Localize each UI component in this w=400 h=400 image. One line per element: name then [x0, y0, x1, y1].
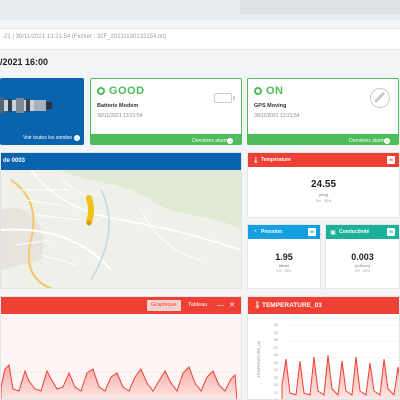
arrow-right-icon: → — [74, 135, 80, 141]
gps-date: 30/11/2021 13:21:54 — [254, 113, 300, 119]
gps-alarms-link[interactable]: Dernières alarmes → — [248, 134, 398, 144]
page-datetime: /2021 16:00 — [0, 57, 49, 67]
arrow-right-icon: → — [384, 138, 390, 144]
graph-plot — [1, 314, 241, 399]
map-card: de 0003 — [0, 152, 242, 289]
temperature-unit: (deg) — [318, 192, 329, 197]
battery-icon — [214, 93, 235, 103]
y-tick: 20 — [273, 397, 278, 400]
status-ok-icon — [97, 87, 105, 95]
conductivite-title: Conductivité — [339, 229, 370, 235]
battery-date: 30/11/2021 13:21:54 — [97, 113, 143, 119]
y-axis-label: TEMPERATURE_03 — [255, 341, 261, 378]
pression-value: 1.95 — [275, 252, 293, 262]
gps-label: GPS Moving — [254, 103, 287, 109]
see-all-sensors-link[interactable]: Voir toutes les sondes → — [23, 135, 80, 141]
pression-title: Pression — [261, 229, 283, 235]
map-view[interactable] — [1, 169, 241, 288]
menu-badge[interactable]: M — [387, 228, 395, 236]
pression-card: ◔ Pression M 1.95 (dbar) 5% - 95% — [247, 224, 321, 289]
y-tick: 24 — [273, 367, 278, 372]
thermometer-icon: 🌡 — [252, 157, 260, 164]
arrow-right-icon: → — [227, 138, 233, 144]
gps-status-card: ON GPS Moving 30/11/2021 13:21:54 Derniè… — [247, 78, 399, 145]
temperature-card: 🌡 Température M 24.55 (deg) 5% - 95% — [247, 152, 400, 218]
battery-status-card: GOOD Batterie Modem 30/11/2021 13:21:54 … — [90, 78, 242, 145]
y-tick: 28 — [273, 337, 278, 342]
map-title: de 0003 — [3, 158, 26, 164]
conductivite-unit: (mS/cm) — [354, 263, 371, 268]
y-tick: 25 — [273, 359, 278, 365]
battery-label: Batterie Modem — [97, 103, 139, 109]
temperature-header: 🌡 Température M — [248, 153, 399, 167]
map-tiles — [1, 169, 241, 288]
y-axis-ticks: 30 29 28 27 26 25 24 23 22 21 20 — [264, 321, 278, 400]
map-header: de 0003 — [1, 153, 241, 170]
pression-unit: (dbar) — [278, 263, 290, 268]
pression-range: 5% - 95% — [276, 269, 292, 273]
see-all-sensors-label: Voir toutes les sondes — [23, 135, 72, 141]
y-tick: 21 — [273, 389, 278, 395]
menu-badge[interactable]: M — [308, 228, 316, 236]
y-tick: 30 — [273, 322, 278, 327]
sensor-probe-image — [0, 98, 52, 113]
compass-icon — [370, 88, 390, 108]
y-tick: 23 — [273, 374, 278, 380]
conductivite-value: 0.003 — [351, 252, 374, 262]
top-strip-shade — [240, 0, 400, 14]
menu-badge[interactable]: M — [387, 156, 395, 164]
breadcrumb-bar: -21 | 30/11/2021 13:21:54 (Fichier : 32F… — [0, 28, 400, 50]
gps-status: ON — [266, 85, 284, 97]
temperature-range: 5% - 95% — [315, 199, 332, 203]
status-ok-icon — [254, 87, 262, 95]
gauge-icon: ◔ — [253, 229, 257, 235]
battery-status: GOOD — [109, 85, 145, 97]
breadcrumb: -21 | 30/11/2021 13:21:54 (Fichier : 32F… — [2, 34, 167, 40]
temperature-title: Température — [261, 157, 291, 163]
sensor-card: Voir toutes les sondes → — [0, 78, 84, 145]
temperature-chart-card: 🌡 TEMPERATURE_03 TEMPERATURE_03 30 29 28… — [247, 296, 400, 400]
y-tick: 26 — [273, 352, 278, 357]
battery-alarms-link[interactable]: Dernières alarmes → — [91, 134, 241, 144]
y-tick: 27 — [273, 344, 278, 350]
conductivity-icon: ▣ — [330, 229, 336, 236]
temperature-value: 24.55 — [310, 179, 337, 190]
top-strip — [0, 0, 400, 20]
conductivite-header: ▣ Conductivité M — [326, 225, 399, 239]
y-tick: 22 — [273, 382, 278, 387]
conductivite-range: 5% - 95% — [354, 269, 371, 273]
graph-card: Graphique Tableau — ✕ ⊖ ⊕ 🔍 ✋ ⌂ ≡ — [0, 296, 242, 400]
pression-header: ◔ Pression M — [248, 225, 320, 239]
y-tick: 29 — [273, 329, 278, 335]
conductivite-card: ▣ Conductivité M 0.003 (mS/cm) 5% - 95% — [325, 224, 400, 289]
